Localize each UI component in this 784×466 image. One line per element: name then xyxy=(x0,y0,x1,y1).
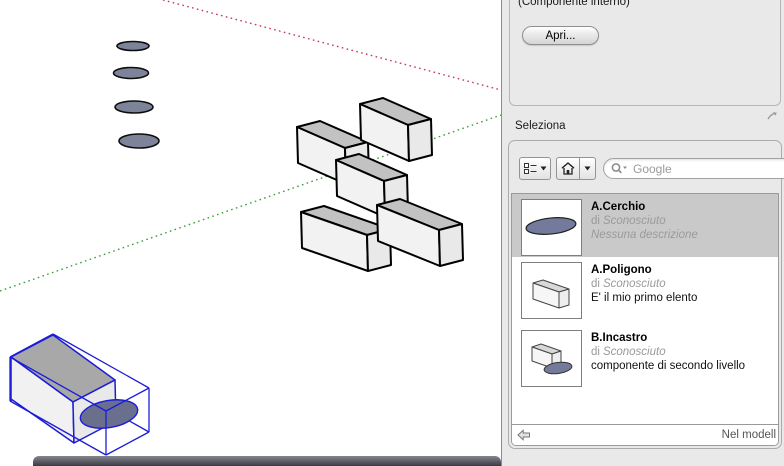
component-list-item[interactable]: B.IncastrodiSconosciutocomponente di sec… xyxy=(512,325,778,393)
dropdown-arrow-icon xyxy=(584,166,591,171)
component-name: A.Poligono xyxy=(591,263,697,277)
components-panel: (Componente interno) Apri... Seleziona xyxy=(501,0,784,466)
component-info-label: (Componente interno) xyxy=(518,0,630,8)
component-author: diSconosciuto xyxy=(591,345,745,359)
circle-component[interactable] xyxy=(115,101,153,113)
component-list-item[interactable]: A.PoligonodiSconosciutoE' il mio primo e… xyxy=(512,257,778,325)
box-component[interactable] xyxy=(360,98,432,161)
sketchup-window: (Componente interno) Apri... Seleziona xyxy=(0,0,784,466)
component-description: componente di secondo livello xyxy=(591,359,745,373)
home-dropdown-button[interactable] xyxy=(579,157,596,180)
list-view-icon xyxy=(524,162,537,175)
3d-viewport[interactable] xyxy=(0,0,501,466)
home-button[interactable] xyxy=(556,157,580,180)
component-description: Nessuna descrizione xyxy=(591,228,698,242)
search-icon xyxy=(611,162,628,175)
component-author: diSconosciuto xyxy=(591,277,697,291)
circle-component[interactable] xyxy=(119,134,159,148)
component-info-box: (Componente interno) Apri... xyxy=(509,0,781,106)
component-thumbnail xyxy=(521,199,582,256)
component-list-item[interactable]: A.CerchiodiSconosciutoNessuna descrizion… xyxy=(512,194,778,257)
circle-component[interactable] xyxy=(114,68,149,79)
component-description: E' il mio primo elento xyxy=(591,291,697,305)
open-button[interactable]: Apri... xyxy=(522,26,599,45)
component-name: A.Cerchio xyxy=(591,200,698,214)
view-options-button[interactable] xyxy=(519,157,551,180)
red-axis xyxy=(163,0,501,90)
component-thumbnail xyxy=(521,330,582,387)
search-field[interactable]: Google xyxy=(603,158,784,179)
back-arrow-icon[interactable] xyxy=(517,429,531,441)
component-toolbar: Google xyxy=(519,157,784,180)
circle-component[interactable] xyxy=(117,42,149,51)
select-section-box: Google A.CerchiodiSconosciutoNessuna des… xyxy=(508,140,782,449)
dropdown-arrow-icon xyxy=(540,166,547,171)
section-title: Seleziona xyxy=(515,120,566,132)
component-list: A.CerchiodiSconosciutoNessuna descrizion… xyxy=(511,193,779,446)
search-placeholder: Google xyxy=(633,162,672,176)
home-icon xyxy=(561,162,575,175)
component-author: diSconosciuto xyxy=(591,214,698,228)
collapse-arrow-icon[interactable] xyxy=(764,108,780,122)
status-text: Nel modell xyxy=(722,429,776,441)
status-bar: Nel modell xyxy=(512,424,778,445)
selected-group[interactable] xyxy=(10,334,149,455)
component-thumbnail xyxy=(521,262,582,319)
component-name: B.Incastro xyxy=(591,331,745,345)
dock-bar xyxy=(33,456,501,466)
